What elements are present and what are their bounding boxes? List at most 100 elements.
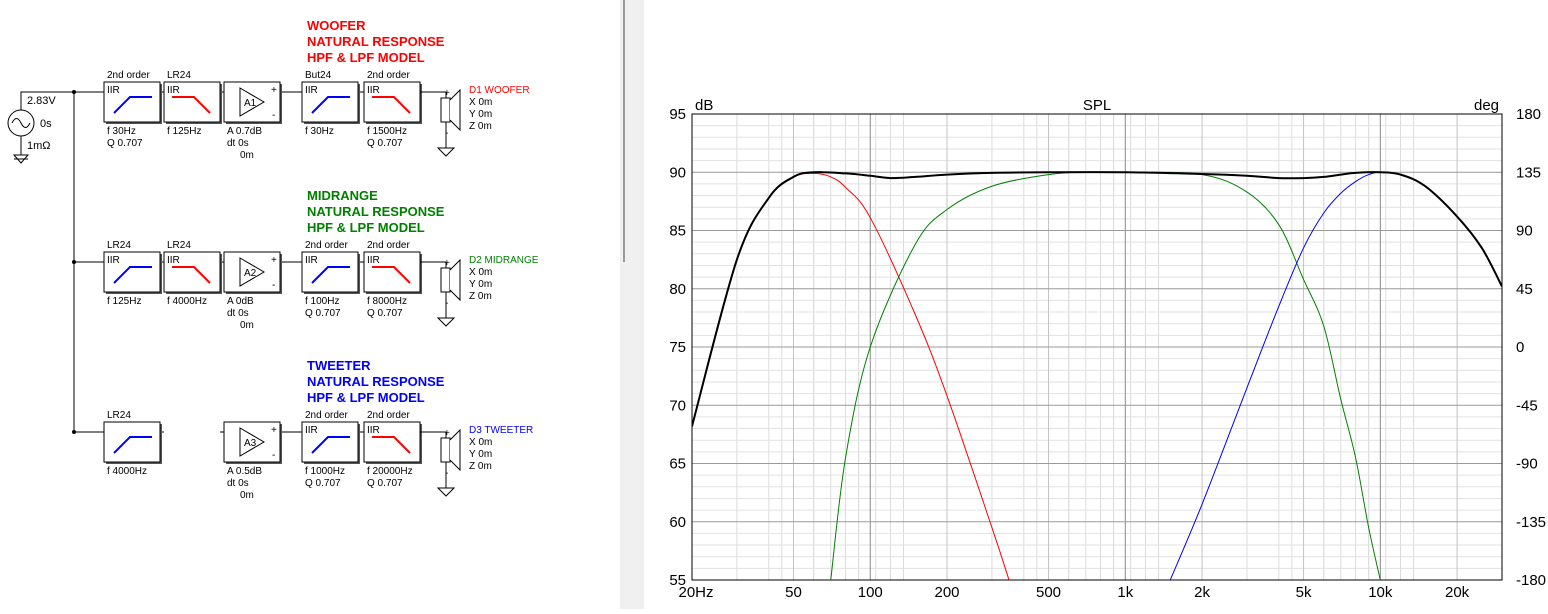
filter-order-label: 2nd order	[305, 410, 348, 421]
tweeter-driver[interactable]: +-D3 TWEETERX 0mY 0mZ 0m	[436, 425, 533, 497]
highpass-filter-block[interactable]: IIR	[301, 81, 360, 124]
highpass-filter-block[interactable]: IIR	[103, 81, 162, 124]
y2-tick-label: -90	[1516, 456, 1538, 473]
ground-icon	[436, 317, 456, 327]
y-axis-label: dB	[695, 97, 713, 114]
y-tick-label: 75	[669, 339, 686, 356]
spl-chart-panel: 95 90 85 80 75 70 65 60 55 180 135 90 45 0 -45 -90 -135-…	[644, 0, 1548, 609]
highpass-filter-block[interactable]	[103, 421, 162, 464]
driver-name: D2 MIDRANGE	[469, 255, 539, 266]
delay-param: dt 0s	[227, 138, 249, 149]
midrange-title-line: HPF & LPF MODEL	[307, 220, 425, 235]
lowpass-filter-block[interactable]: IIR	[163, 251, 222, 294]
speaker-plus: +	[444, 88, 450, 99]
filter-q-param: Q 0.707	[367, 138, 403, 149]
source-resistance-label: 1mΩ	[27, 140, 51, 152]
driver-y: Y 0m	[469, 449, 492, 460]
midrange-driver[interactable]: +-D2 MIDRANGEX 0mY 0mZ 0m	[436, 255, 539, 327]
filter-order-label: 2nd order	[367, 70, 410, 81]
lowpass-filter-block[interactable]: IIR	[363, 81, 422, 124]
x-tick-label: 20k	[1445, 584, 1470, 601]
woofer-title-line: HPF & LPF MODEL	[307, 50, 425, 65]
filter-frequency-param: f 8000Hz	[367, 296, 407, 307]
filter-type-tag: IIR	[107, 85, 120, 96]
filter-type-tag: IIR	[367, 255, 380, 266]
driver-z: Z 0m	[469, 461, 492, 472]
filter-order-label: 2nd order	[367, 410, 410, 421]
block-body[interactable]	[103, 421, 161, 463]
y-tick-label: 90	[669, 164, 686, 181]
lowpass-filter-block[interactable]: IIR	[363, 251, 422, 294]
filter-frequency-param: f 4000Hz	[107, 466, 147, 477]
ground-icon	[12, 154, 30, 164]
driver-x: X 0m	[469, 267, 492, 278]
filter-type-tag: IIR	[305, 425, 318, 436]
speaker-body	[440, 267, 451, 293]
y2-tick-label: 90	[1516, 223, 1533, 240]
distance-param: 0m	[240, 490, 254, 501]
filter-frequency-param: f 30Hz	[107, 126, 136, 137]
y-tick-label: 65	[669, 456, 686, 473]
minus-sign: -	[272, 110, 275, 121]
filter-q-param: Q 0.707	[305, 478, 341, 489]
x-tick-label: 200	[935, 584, 960, 601]
gain-block-a2[interactable]: A2 + -	[223, 251, 282, 294]
gain-block-a3[interactable]: A3 + -	[223, 421, 282, 464]
lowpass-filter-block[interactable]: IIR	[163, 81, 222, 124]
delay-param: dt 0s	[227, 478, 249, 489]
source-voltage-label: 2.83V	[27, 95, 56, 107]
speaker-body	[440, 437, 451, 463]
woofer-title-line: WOOFER	[307, 18, 366, 33]
filter-order-label: LR24	[107, 410, 131, 421]
filter-type-tag: IIR	[107, 255, 120, 266]
x-tick-label: 50	[785, 584, 802, 601]
tweeter-title-line: NATURAL RESPONSE	[307, 374, 445, 389]
amplifier-name: A1	[244, 98, 257, 109]
highpass-filter-block[interactable]: IIR	[301, 421, 360, 464]
plus-sign: +	[271, 255, 277, 266]
filter-order-label: 2nd order	[367, 240, 410, 251]
x-tick-label: 1k	[1117, 584, 1133, 601]
amplifier-name: A3	[244, 438, 257, 449]
filter-order-label: LR24	[107, 240, 131, 251]
driver-name: D3 TWEETER	[469, 425, 533, 436]
y-tick-label: 60	[669, 514, 686, 531]
driver-y: Y 0m	[469, 109, 492, 120]
x-tick-label: 5k	[1296, 584, 1312, 601]
highpass-filter-block[interactable]: IIR	[103, 251, 162, 294]
driver-name: D1 WOOFER	[469, 85, 530, 96]
filter-frequency-param: f 1000Hz	[305, 466, 345, 477]
midrange-title-line: MIDRANGE	[307, 188, 378, 203]
driver-x: X 0m	[469, 437, 492, 448]
woofer-title-line: NATURAL RESPONSE	[307, 34, 445, 49]
filter-order-label: 2nd order	[107, 70, 150, 81]
y2-tick-label: 0	[1516, 339, 1524, 356]
gain-block-a1[interactable]: A1 + -	[223, 81, 282, 124]
filter-q-param: Q 0.707	[107, 138, 143, 149]
y2-axis-label: deg	[1474, 97, 1499, 114]
woofer-driver[interactable]: +-D1 WOOFERX 0mY 0mZ 0m	[436, 85, 530, 157]
filter-type-tag: IIR	[305, 255, 318, 266]
driver-z: Z 0m	[469, 121, 492, 132]
filter-type-tag: IIR	[367, 85, 380, 96]
schematic-panel: 2.83V 0s 1mΩ WOOFER NATURAL RESPONSE HPF & LP…	[0, 0, 620, 609]
speaker-body	[440, 97, 451, 123]
x-tick-label: 2k	[1194, 584, 1210, 601]
filter-frequency-param: f 125Hz	[107, 296, 141, 307]
chart-title: SPL	[1083, 97, 1111, 114]
filter-type-tag: IIR	[167, 255, 180, 266]
y2-tick-label: 45	[1516, 281, 1533, 298]
splitter-grip[interactable]	[623, 0, 625, 262]
filter-order-label: LR24	[167, 70, 191, 81]
highpass-filter-block[interactable]: IIR	[301, 251, 360, 294]
x-tick-label: 20Hz	[678, 584, 713, 601]
midrange-chain: MIDRANGENATURAL RESPONSEHPF & LPF MODEL I…	[74, 188, 539, 331]
filter-order-label: But24	[305, 70, 332, 81]
speaker-cone-icon	[449, 258, 461, 302]
speaker-cone-icon	[449, 428, 461, 472]
filter-q-param: Q 0.707	[305, 308, 341, 319]
lowpass-filter-block[interactable]: IIR	[363, 421, 422, 464]
ground-icon	[436, 487, 456, 497]
x-tick-label: 100	[858, 584, 883, 601]
delay-param: dt 0s	[227, 308, 249, 319]
